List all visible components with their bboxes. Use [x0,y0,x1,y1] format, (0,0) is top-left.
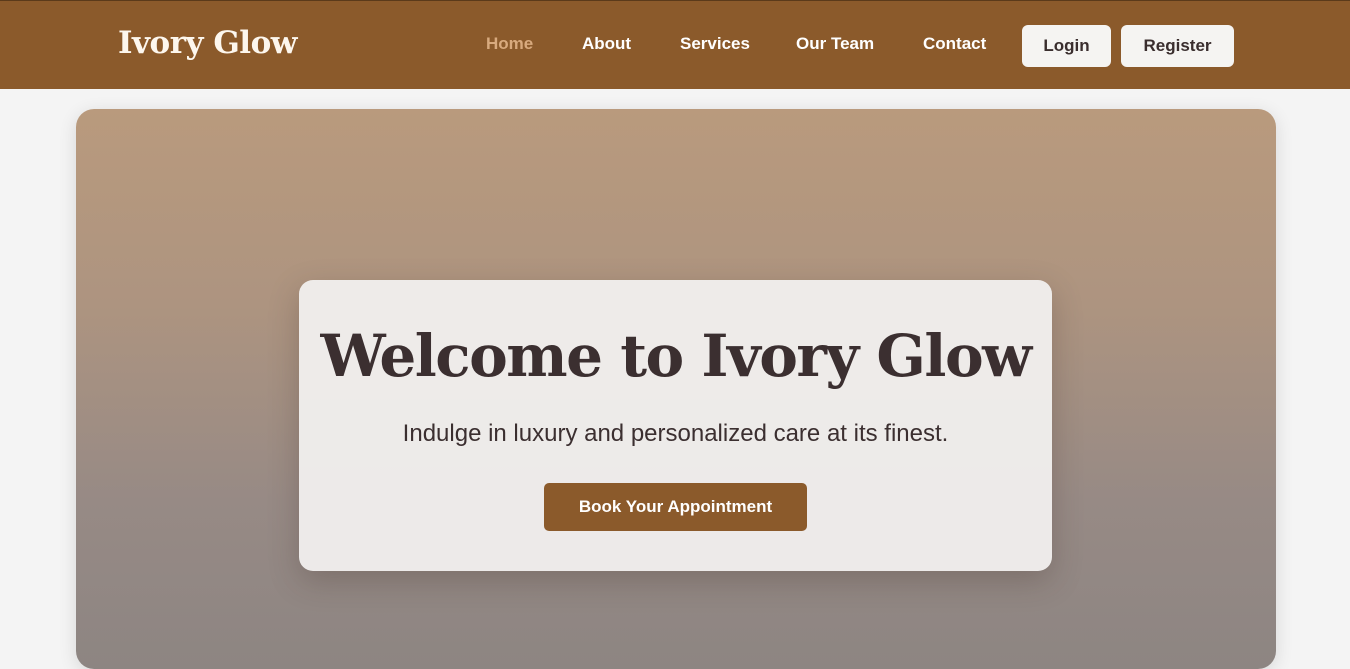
book-appointment-button[interactable]: Book Your Appointment [544,483,807,531]
nav-link-services[interactable]: Services [680,34,750,54]
nav-link-home[interactable]: Home [486,34,533,54]
nav-link-about[interactable]: About [582,34,631,54]
hero-card: Welcome to Ivory Glow Indulge in luxury … [299,280,1052,571]
top-navbar: Ivory Glow Home About Services Our Team … [0,0,1350,89]
register-button[interactable]: Register [1121,25,1234,67]
hero-subtitle: Indulge in luxury and personalized care … [402,420,949,447]
login-button[interactable]: Login [1022,25,1111,67]
brand-logo[interactable]: Ivory Glow [118,25,297,61]
hero-section: Welcome to Ivory Glow Indulge in luxury … [76,109,1276,669]
nav-link-our-team[interactable]: Our Team [796,34,874,54]
hero-title: Welcome to Ivory Glow [320,322,1032,390]
nav-link-contact[interactable]: Contact [923,34,986,54]
